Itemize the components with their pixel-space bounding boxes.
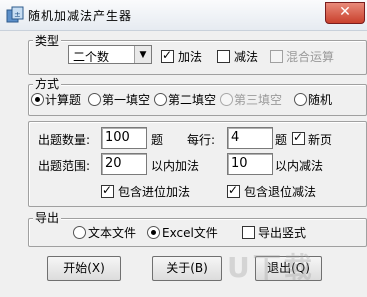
svg-text:±: ± <box>14 10 21 19</box>
number-count-select[interactable]: 二个数 ▼ <box>68 45 152 64</box>
app-icon: ± <box>6 6 24 23</box>
export-text-label: 文本文件 <box>88 226 137 240</box>
mode-radio-blank3-label: 第三填空 <box>234 93 283 107</box>
carry-label: 包含进位加法 <box>118 185 191 199</box>
chevron-down-icon: ▼ <box>134 46 151 63</box>
per-row-input[interactable]: 4 <box>227 127 273 149</box>
close-button[interactable]: ✕ <box>325 2 365 24</box>
count-label: 出题数量: <box>38 133 91 147</box>
mode-radio-calc-label: 计算题 <box>45 93 82 107</box>
sub-range-input[interactable]: 10 <box>227 153 273 175</box>
mode-radio-random-label: 随机 <box>308 93 333 107</box>
export-group-legend: 导出 <box>33 209 62 226</box>
mixed-checkbox[interactable] <box>270 50 283 63</box>
borrow-label: 包含退位减法 <box>244 185 317 199</box>
subtract-checkbox[interactable] <box>217 50 230 63</box>
mode-radio-random[interactable] <box>294 93 307 106</box>
watermark: U下载 <box>227 251 315 284</box>
export-vertical-label: 导出竖式 <box>258 226 307 240</box>
new-page-label: 新页 <box>308 133 333 147</box>
type-group-legend: 类型 <box>33 32 62 49</box>
per-row-label: 每行: <box>187 133 216 147</box>
number-count-select-value: 二个数 <box>73 50 110 64</box>
count-input[interactable]: 100 <box>101 127 147 149</box>
about-button[interactable]: 关于(B) <box>152 256 222 281</box>
export-excel-radio[interactable] <box>147 226 160 239</box>
export-vertical-checkbox[interactable] <box>242 226 255 239</box>
new-page-checkbox[interactable] <box>292 130 305 145</box>
export-text-radio[interactable] <box>73 226 86 239</box>
export-excel-label: Excel文件 <box>162 226 218 240</box>
mode-radio-blank3[interactable] <box>220 93 233 106</box>
add-range-input[interactable]: 20 <box>101 153 147 175</box>
count-unit: 题 <box>151 133 164 147</box>
title-bar: ± 随机加减法产生器 ✕ <box>0 0 367 31</box>
per-row-unit: 题 <box>275 133 288 147</box>
window-title: 随机加减法产生器 <box>28 9 133 23</box>
mode-radio-blank2[interactable] <box>154 93 167 106</box>
mode-radio-blank1[interactable] <box>88 93 101 106</box>
mode-radio-blank2-label: 第二填空 <box>168 93 217 107</box>
carry-checkbox[interactable] <box>101 183 114 198</box>
range-label: 出题范围: <box>38 159 91 173</box>
subtract-checkbox-label: 减法 <box>234 50 259 64</box>
start-button[interactable]: 开始(X) <box>47 256 121 281</box>
mode-radio-calc[interactable] <box>31 93 44 106</box>
add-checkbox-label: 加法 <box>178 50 203 64</box>
sub-range-unit: 以内减法 <box>275 159 324 173</box>
add-checkbox[interactable] <box>161 48 174 63</box>
add-range-unit: 以内加法 <box>151 159 200 173</box>
mode-radio-blank1-label: 第一填空 <box>102 93 151 107</box>
mixed-checkbox-label: 混合运算 <box>286 50 335 64</box>
mode-group-legend: 方式 <box>33 75 62 92</box>
borrow-checkbox[interactable] <box>227 183 240 198</box>
